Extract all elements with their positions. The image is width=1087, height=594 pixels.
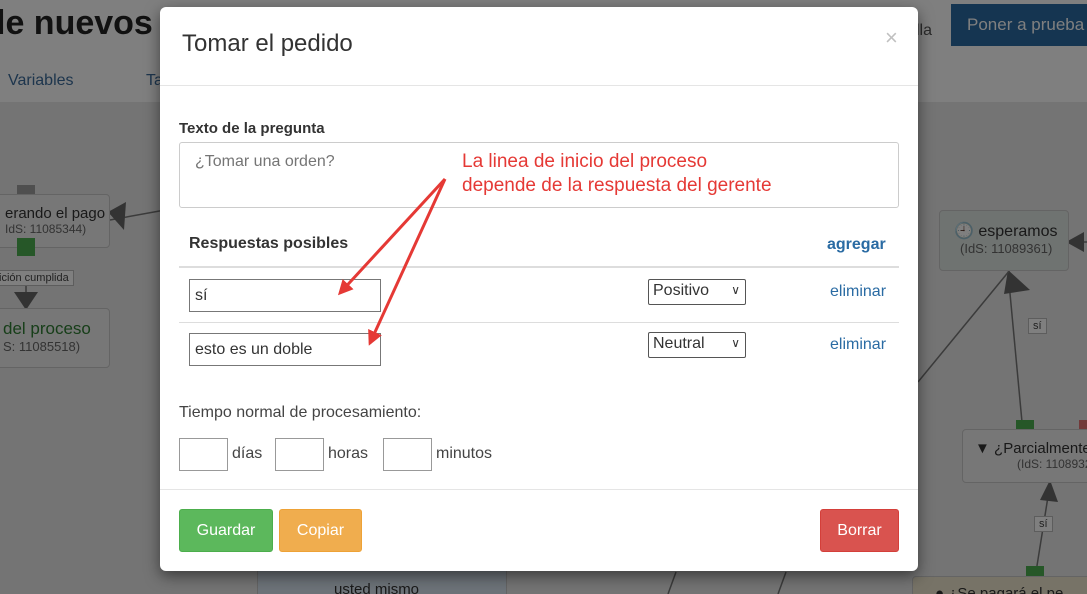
modal-footer-divider [160, 489, 918, 490]
copy-button[interactable]: Copiar [279, 509, 362, 552]
question-modal: Tomar el pedido × Texto de la pregunta R… [160, 7, 918, 571]
select-value: Neutral [653, 335, 705, 352]
hours-input[interactable] [275, 438, 324, 471]
select-value: Positivo [653, 282, 710, 299]
days-unit: días [232, 445, 263, 462]
modal-title: Tomar el pedido [182, 30, 353, 57]
save-button[interactable]: Guardar [179, 509, 273, 552]
question-label: Texto de la pregunta [179, 120, 325, 137]
minutes-unit: minutos [436, 445, 493, 462]
days-input[interactable] [179, 438, 228, 471]
minutes-input[interactable] [383, 438, 432, 471]
annotation-text: La linea de inicio del proceso depende d… [462, 150, 772, 198]
answer-type-select[interactable]: Neutral ∨ [648, 332, 746, 358]
divider [179, 266, 899, 268]
close-icon[interactable]: × [885, 25, 898, 51]
divider [179, 322, 899, 323]
answer-input[interactable] [189, 333, 381, 366]
annotation-line: depende de la respuesta del gerente [462, 175, 772, 196]
answer-type-select[interactable]: Positivo ∨ [648, 279, 746, 305]
delete-answer-link[interactable]: eliminar [830, 283, 886, 301]
answer-input[interactable] [189, 279, 381, 312]
annotation-line: La linea de inicio del proceso [462, 151, 708, 172]
delete-button[interactable]: Borrar [820, 509, 899, 552]
modal-header: Tomar el pedido × [160, 7, 918, 86]
delete-answer-link[interactable]: eliminar [830, 336, 886, 354]
processing-time-label: Tiempo normal de procesamiento: [179, 404, 422, 421]
chevron-down-icon: ∨ [731, 336, 740, 350]
add-answer-link[interactable]: agregar [827, 236, 886, 254]
hours-unit: horas [328, 445, 369, 462]
chevron-down-icon: ∨ [731, 283, 740, 297]
answers-label: Respuestas posibles [189, 235, 349, 252]
